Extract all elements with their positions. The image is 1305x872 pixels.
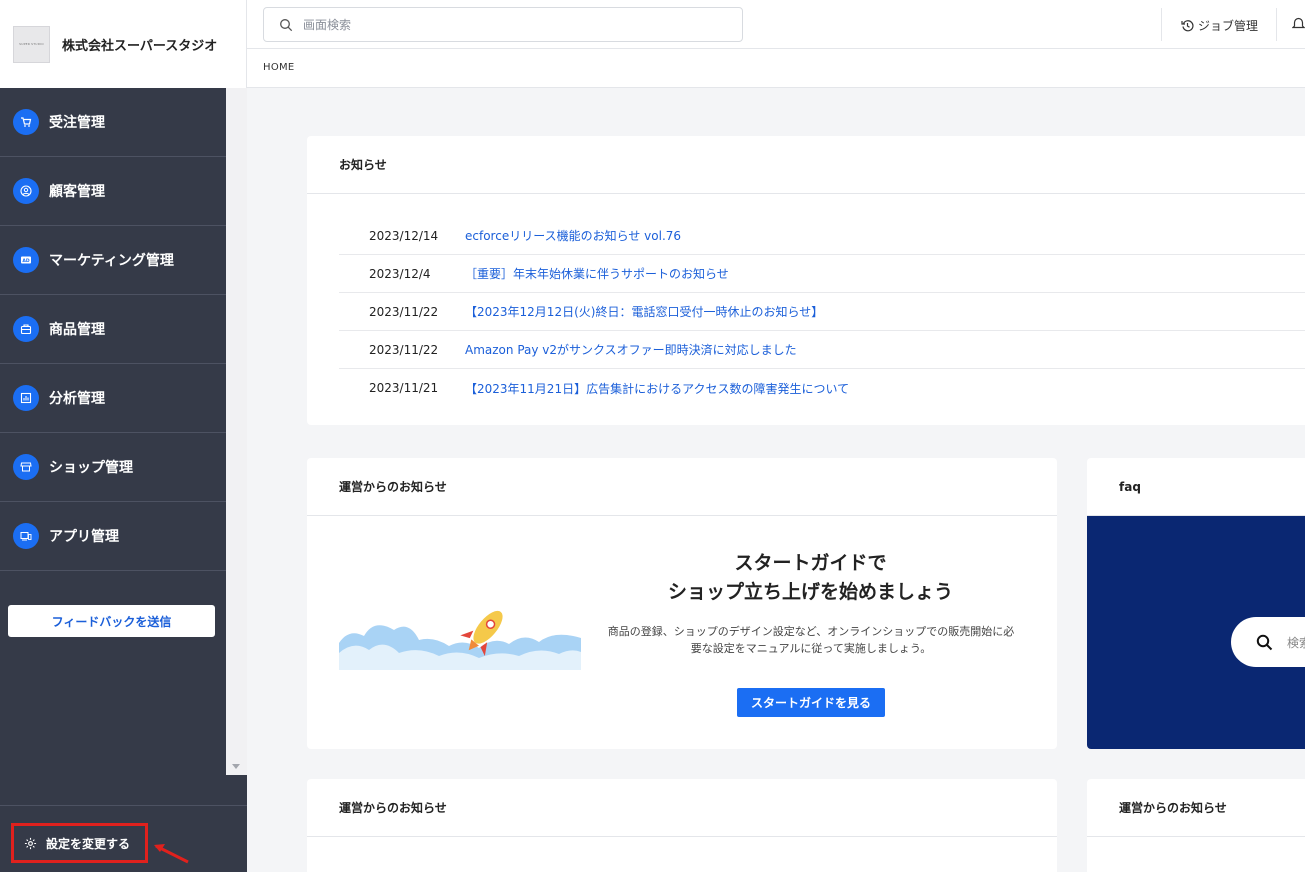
sidebar-item-label: 受注管理 xyxy=(49,115,105,131)
start-guide-desc-line1: 商品の登録、ショップのデザイン設定など、オンラインショップでの販売開始に必 xyxy=(607,625,1015,638)
sidebar-item-products[interactable]: 商品管理 xyxy=(0,295,226,364)
search-icon xyxy=(1256,634,1273,650)
annotation-arrow-icon xyxy=(154,844,189,864)
sidebar-item-label: 分析管理 xyxy=(49,391,105,407)
notice-card: 運営からのお知らせ xyxy=(1087,779,1305,872)
rocket-illustration-icon xyxy=(339,598,581,670)
sidebar-item-shop[interactable]: ショップ管理 xyxy=(0,433,226,502)
faq-card: faq 検索 xyxy=(1087,458,1305,749)
devices-icon xyxy=(13,523,39,549)
news-date: 2023/12/4 xyxy=(369,266,431,281)
breadcrumb[interactable]: HOME xyxy=(263,62,295,73)
sidebar: SUPER STUDIO 株式会社スーパースタジオ 受注管理 顧客管理 AD マ… xyxy=(0,0,247,872)
scroll-down-arrow-icon[interactable] xyxy=(232,764,240,769)
start-guide-card-title: 運営からのお知らせ xyxy=(307,458,1057,516)
search-icon xyxy=(280,18,293,31)
faq-card-title: faq xyxy=(1087,458,1305,516)
breadcrumb-bar: HOME xyxy=(247,49,1305,88)
header-divider xyxy=(1161,8,1162,41)
screen-search[interactable] xyxy=(263,7,743,42)
settings-divider xyxy=(0,805,247,806)
news-card-title: お知らせ xyxy=(307,136,1305,194)
start-guide-desc-line2: 要な設定をマニュアルに従って実施しましょう。 xyxy=(690,642,932,655)
start-guide-heading-line1: スタートガイドで xyxy=(734,552,887,574)
news-link[interactable]: 【2023年11月21日】広告集計におけるアクセス数の障害発生について xyxy=(465,380,849,397)
news-link[interactable]: ［重要］年末年始休業に伴うサポートのお知らせ xyxy=(465,265,729,282)
svg-text:AD: AD xyxy=(22,258,29,264)
notice-card-title: 運営からのお知らせ xyxy=(307,779,1057,837)
start-guide-card: 運営からのお知らせ スタートガイドで ショップ立ち上げを始めましょう 商品の登録… xyxy=(307,458,1057,749)
box-icon xyxy=(13,316,39,342)
feedback-button[interactable]: フィードバックを送信 xyxy=(8,605,215,637)
sidebar-item-label: アプリ管理 xyxy=(49,529,119,545)
news-item[interactable]: 2023/11/22 Amazon Pay v2がサンクスオファー即時決済に対応… xyxy=(339,331,1305,369)
sidebar-item-analytics[interactable]: 分析管理 xyxy=(0,364,226,433)
news-date: 2023/12/14 xyxy=(369,228,439,243)
start-guide-heading: スタートガイドで ショップ立ち上げを始めましょう xyxy=(637,549,984,607)
brand-header[interactable]: SUPER STUDIO 株式会社スーパースタジオ xyxy=(0,0,247,88)
news-item[interactable]: 2023/11/22 【2023年12月12日(火)終日：電話窓口受付一時休止の… xyxy=(339,293,1305,331)
news-list: 2023/12/14 ecforceリリース機能のお知らせ vol.76 202… xyxy=(307,194,1305,407)
news-date: 2023/11/22 xyxy=(369,342,439,357)
settings-label: 設定を変更する xyxy=(46,836,131,851)
sidebar-item-apps[interactable]: アプリ管理 xyxy=(0,502,226,571)
sidebar-item-label: 顧客管理 xyxy=(49,184,105,200)
news-item[interactable]: 2023/11/21 【2023年11月21日】広告集計におけるアクセス数の障害… xyxy=(339,369,1305,407)
news-date: 2023/11/21 xyxy=(369,381,439,395)
faq-search-text: 検索 xyxy=(1287,635,1305,650)
search-input[interactable] xyxy=(303,17,723,32)
news-date: 2023/11/22 xyxy=(369,304,439,319)
gear-icon xyxy=(24,837,37,849)
sidebar-item-marketing[interactable]: AD マーケティング管理 xyxy=(0,226,226,295)
cart-icon xyxy=(13,109,39,135)
view-start-guide-button[interactable]: スタートガイドを見る xyxy=(737,688,885,717)
faq-search[interactable]: 検索 xyxy=(1231,617,1305,667)
header-divider xyxy=(1276,8,1277,41)
top-header: ジョブ管理 xyxy=(247,0,1305,49)
news-card: お知らせ 2023/12/14 ecforceリリース機能のお知らせ vol.7… xyxy=(307,136,1305,425)
chart-icon xyxy=(13,385,39,411)
notice-card: 運営からのお知らせ xyxy=(307,779,1057,872)
sidebar-item-customers[interactable]: 顧客管理 xyxy=(0,157,226,226)
bell-icon[interactable] xyxy=(1292,17,1305,31)
job-management-label: ジョブ管理 xyxy=(1198,18,1259,33)
news-link[interactable]: 【2023年12月12日(火)終日：電話窓口受付一時休止のお知らせ】 xyxy=(465,303,823,320)
news-item[interactable]: 2023/12/4 ［重要］年末年始休業に伴うサポートのお知らせ xyxy=(339,255,1305,293)
sidebar-item-label: ショップ管理 xyxy=(49,460,133,476)
sidebar-item-label: 商品管理 xyxy=(49,322,105,338)
ad-icon: AD xyxy=(13,247,39,273)
news-item[interactable]: 2023/12/14 ecforceリリース機能のお知らせ vol.76 xyxy=(339,217,1305,255)
start-guide-description: 商品の登録、ショップのデザイン設定など、オンラインショップでの販売開始に必 要な… xyxy=(602,623,1020,657)
notice-card-title: 運営からのお知らせ xyxy=(1087,779,1305,837)
job-management-button[interactable]: ジョブ管理 xyxy=(1181,14,1258,36)
company-name: 株式会社スーパースタジオ xyxy=(62,38,218,54)
settings-button[interactable]: 設定を変更する xyxy=(11,823,148,863)
history-icon xyxy=(1181,19,1194,31)
sidebar-item-orders[interactable]: 受注管理 xyxy=(0,88,226,157)
sidebar-nav: 受注管理 顧客管理 AD マーケティング管理 商品管理 分析管理 ショップ管理 … xyxy=(0,88,226,571)
sidebar-scrollbar[interactable] xyxy=(226,88,247,775)
faq-banner: 検索 xyxy=(1087,516,1305,749)
store-icon xyxy=(13,454,39,480)
company-logo: SUPER STUDIO xyxy=(13,25,50,63)
start-guide-heading-line2: ショップ立ち上げを始めましょう xyxy=(667,581,953,603)
news-link[interactable]: Amazon Pay v2がサンクスオファー即時決済に対応しました xyxy=(465,341,797,358)
news-link[interactable]: ecforceリリース機能のお知らせ vol.76 xyxy=(465,227,681,244)
sidebar-item-label: マーケティング管理 xyxy=(49,253,174,269)
user-circle-icon xyxy=(13,178,39,204)
